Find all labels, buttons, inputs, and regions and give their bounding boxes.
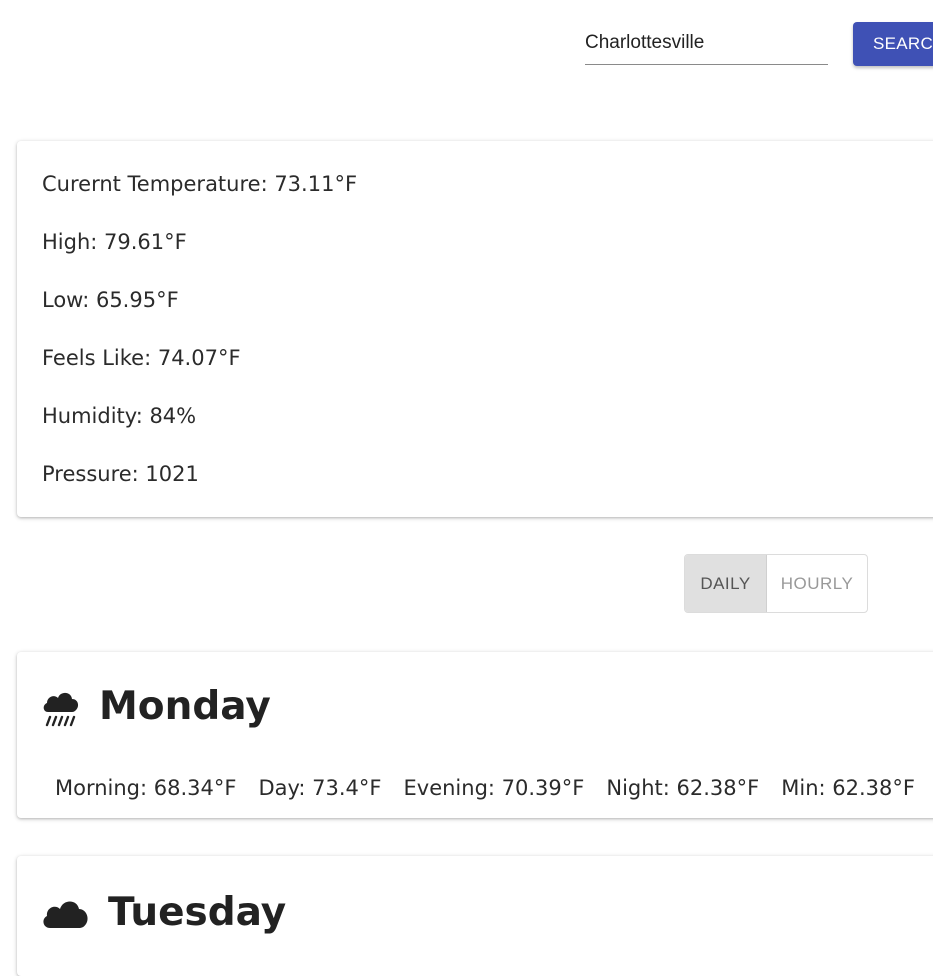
day-card-tuesday: Tuesday xyxy=(17,856,933,976)
temp-morning: Morning: 68.34°F xyxy=(55,776,237,800)
search-input[interactable] xyxy=(585,22,828,65)
humidity: Humidity: 84% xyxy=(42,404,197,428)
cloud-icon xyxy=(43,901,88,928)
temp-day: Day: 73.4°F xyxy=(258,776,382,800)
temp-evening: Evening: 70.39°F xyxy=(403,776,585,800)
high-temperature: High: 79.61°F xyxy=(42,230,187,254)
toggle-daily-button[interactable]: DAILY xyxy=(685,555,767,612)
current-temperature: Curernt Temperature: 73.11°F xyxy=(42,172,358,196)
day-title: Monday xyxy=(99,684,271,729)
toggle-hourly-button[interactable]: HOURLY xyxy=(767,555,867,612)
rain-cloud-icon xyxy=(43,692,79,727)
search-button[interactable]: SEARCH xyxy=(853,22,933,66)
pressure: Pressure: 1021 xyxy=(42,462,199,486)
day-card-monday: Monday Morning: 68.34°F Day: 73.4°F Evenin… xyxy=(17,652,933,818)
day-temps-row: Morning: 68.34°F Day: 73.4°F Evening: 70.3… xyxy=(55,776,933,800)
day-title: Tuesday xyxy=(108,890,287,935)
temp-night: Night: 62.38°F xyxy=(606,776,760,800)
current-weather-card: Curernt Temperature: 73.11°F High: 79.61… xyxy=(17,141,933,517)
low-temperature: Low: 65.95°F xyxy=(42,288,179,312)
view-toggle: DAILY HOURLY xyxy=(684,554,868,613)
search-field xyxy=(585,22,828,66)
feels-like: Feels Like: 74.07°F xyxy=(42,346,241,370)
temp-min: Min: 62.38°F xyxy=(781,776,915,800)
